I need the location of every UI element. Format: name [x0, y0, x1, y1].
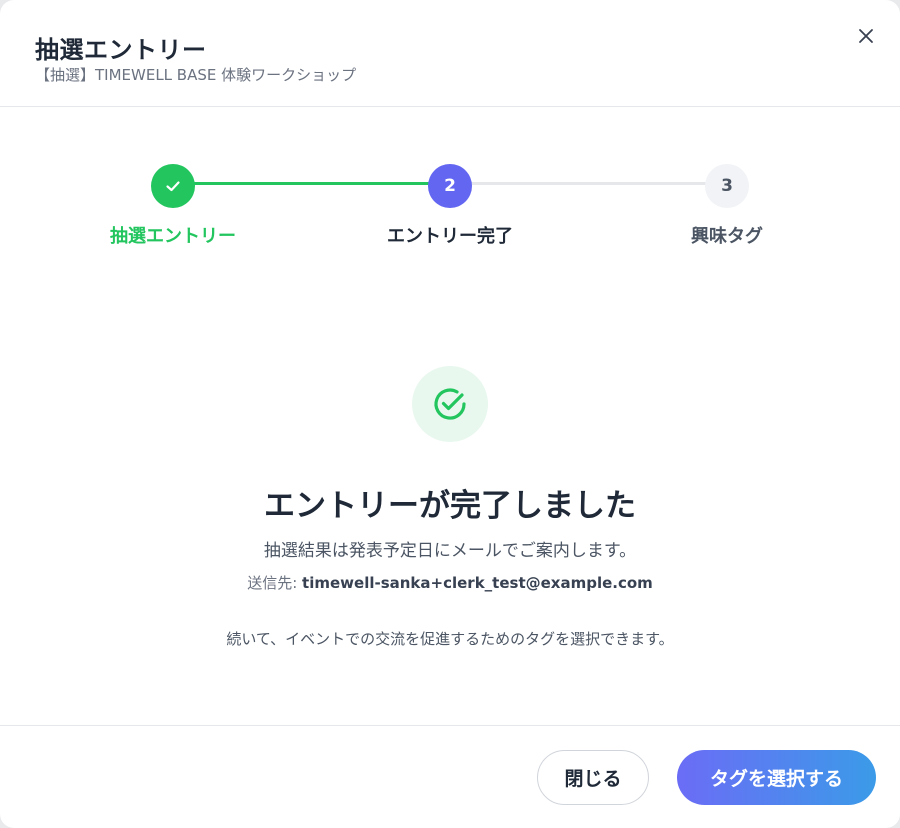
- stepper-track-pending: [450, 182, 727, 185]
- stepper-track-complete: [173, 182, 450, 185]
- step-1-label: 抽選エントリー: [110, 226, 236, 247]
- step-2-indicator: 2: [428, 164, 472, 208]
- close-icon: [859, 29, 873, 43]
- dialog-subtitle: 【抽選】TIMEWELL BASE 体験ワークショップ: [35, 66, 357, 84]
- step-2-label: エントリー完了: [387, 226, 513, 247]
- step-3-label: 興味タグ: [691, 226, 763, 247]
- check-icon: [166, 181, 180, 192]
- select-tags-button[interactable]: タグを選択する: [677, 750, 876, 805]
- next-step-note: 続いて、イベントでの交流を促進するためのタグを選択できます。: [226, 630, 674, 648]
- success-heading: エントリーが完了しました: [264, 488, 636, 524]
- close-dialog-button[interactable]: [850, 20, 882, 52]
- entry-dialog: 抽選エントリー 【抽選】TIMEWELL BASE 体験ワークショップ 2 3 …: [0, 0, 900, 828]
- dialog-header: 抽選エントリー 【抽選】TIMEWELL BASE 体験ワークショップ: [0, 0, 900, 107]
- success-description: 抽選結果は発表予定日にメールでご案内します。: [263, 541, 637, 561]
- step-1-indicator: [151, 164, 195, 208]
- recipient-email: timewell-sanka+clerk_test@example.com: [302, 574, 653, 592]
- dialog-title: 抽選エントリー: [35, 36, 207, 64]
- step-3-indicator: 3: [705, 164, 749, 208]
- close-button[interactable]: 閉じる: [537, 750, 649, 805]
- check-circle-icon: [434, 388, 466, 420]
- success-badge: [412, 366, 488, 442]
- recipient-line: 送信先: timewell-sanka+clerk_test@example.c…: [0, 572, 900, 593]
- recipient-label: 送信先:: [247, 574, 298, 592]
- dialog-footer: 閉じる タグを選択する: [0, 725, 900, 828]
